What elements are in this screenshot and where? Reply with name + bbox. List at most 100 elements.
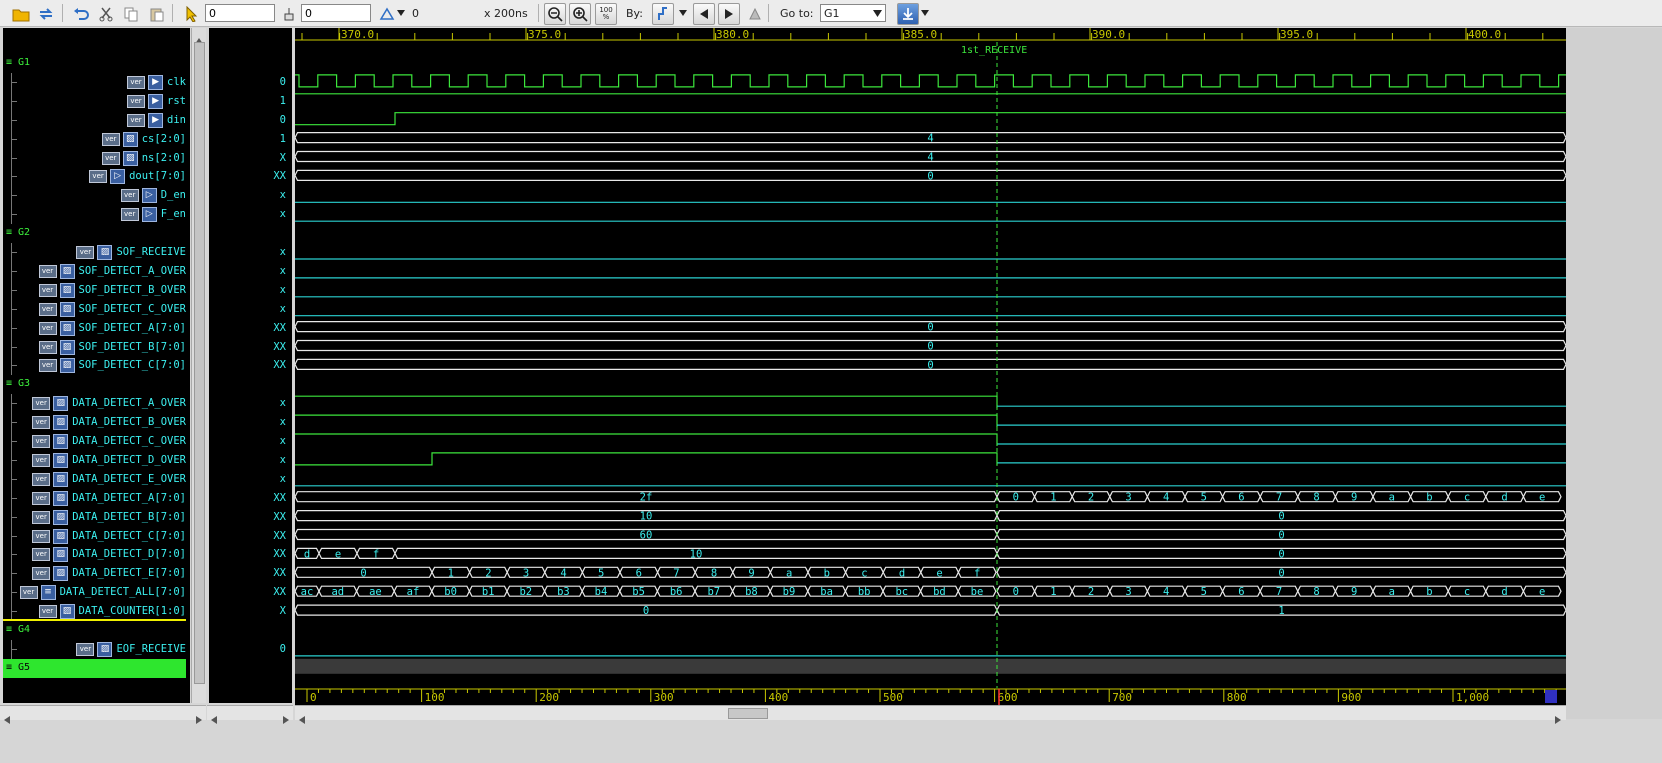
- download-icon[interactable]: [897, 3, 919, 25]
- group-row-g1[interactable]: ≡ G1: [3, 54, 190, 73]
- signal-row[interactable]: SOF_DETECT_B_OVER ▨ ver: [3, 280, 190, 300]
- scroll-left-icon[interactable]: [3, 709, 11, 728]
- cursor-tool-icon[interactable]: [278, 3, 300, 25]
- output-port-icon: ▷: [141, 207, 157, 223]
- signal-current-value: 0: [279, 642, 286, 655]
- signal-row[interactable]: rst ▶ ver: [3, 91, 190, 111]
- dde-bus-label: b: [824, 567, 830, 579]
- group-row-g3[interactable]: ≡ G3: [3, 375, 190, 394]
- signal-row[interactable]: SOF_DETECT_B[7:0] ▨ ver: [3, 337, 190, 357]
- signal-row[interactable]: cs[2:0] ▨ ver: [3, 129, 190, 149]
- signal-row[interactable]: D_en ▷ ver: [3, 186, 190, 206]
- waveform-horizontal-scrollbar[interactable]: [295, 705, 1566, 724]
- signal-name: DATA_DETECT_E_OVER: [72, 472, 186, 485]
- name-panel-vertical-scrollbar[interactable]: [191, 28, 206, 703]
- all-bus-label: ac: [301, 586, 314, 598]
- waveform-canvas[interactable]: 370.0 375.0 380.0 385.0 390.0 395.0 400.0 1st_R…: [294, 28, 1567, 688]
- signal-row[interactable]: DATA_DETECT_C[7:0] ▨ ver: [3, 526, 190, 546]
- scroll-up-chevron-icon[interactable]: [194, 30, 204, 44]
- group-row-g4[interactable]: ≡ G4: [3, 619, 190, 640]
- name-panel-scroll-thumb[interactable]: [194, 42, 205, 684]
- ver-badge-icon: ver: [101, 132, 120, 146]
- copy-icon[interactable]: [120, 3, 142, 25]
- dde-bus-label: 8: [711, 567, 717, 579]
- signal-row[interactable]: DATA_DETECT_B_OVER ▨ ver: [3, 413, 190, 433]
- download-dropdown-chevron-down-icon[interactable]: [920, 3, 930, 23]
- waveform-panel[interactable]: 370.0 375.0 380.0 385.0 390.0 395.0 400.0 1st_R…: [294, 28, 1567, 688]
- goto-select[interactable]: G1: [820, 3, 886, 23]
- signal-row[interactable]: DATA_DETECT_D[7:0] ▨ ver: [3, 545, 190, 565]
- scroll-left-icon[interactable]: [210, 709, 218, 728]
- toolbar-separator: [768, 4, 769, 22]
- previous-edge-icon[interactable]: [693, 3, 715, 25]
- signal-current-value: XX: [273, 321, 286, 334]
- signal-row[interactable]: dout[7:0] ▷ ver: [3, 167, 190, 187]
- all-bus-label: 2: [1088, 586, 1094, 598]
- signal-row[interactable]: SOF_RECEIVE ▨ ver: [3, 243, 190, 262]
- signal-name-panel[interactable]: ≡ G1 clk ▶ ver rst ▶ ver din ▶ ver cs[2:0] ▨ ver ns[2…: [3, 28, 190, 703]
- zoom-in-icon[interactable]: [569, 3, 591, 25]
- signal-row[interactable]: DATA_DETECT_ALL[7:0] ≡ ver: [3, 583, 190, 603]
- signal-current-value: x: [279, 283, 286, 296]
- signal-row[interactable]: SOF_DETECT_A[7:0] ▨ ver: [3, 318, 190, 338]
- cursor-field[interactable]: [301, 3, 371, 23]
- din-wave: [295, 112, 1566, 126]
- all-bus-label: e: [1539, 586, 1545, 598]
- zoom-full-button[interactable]: 100 %: [595, 3, 617, 25]
- signal-row[interactable]: F_en ▷ ver: [3, 205, 190, 225]
- register-icon: ▨: [122, 150, 138, 166]
- name-panel-horizontal-scrollbar[interactable]: [0, 705, 206, 724]
- signal-name: EOF_RECEIVE: [116, 642, 186, 655]
- waveform-scroll-thumb[interactable]: [728, 708, 768, 719]
- signal-row[interactable]: DATA_DETECT_E[7:0] ▨ ver: [3, 564, 190, 584]
- all-bus-label: b7: [707, 586, 720, 598]
- tree-connector-branch: [11, 327, 17, 329]
- signal-row[interactable]: DATA_DETECT_A[7:0] ▨ ver: [3, 488, 190, 508]
- signal-row[interactable]: clk ▶ ver: [3, 72, 190, 92]
- signal-row[interactable]: SOF_DETECT_C[7:0] ▨ ver: [3, 356, 190, 376]
- signal-row[interactable]: ns[2:0] ▨ ver: [3, 148, 190, 168]
- value-panel-horizontal-scrollbar[interactable]: [207, 705, 293, 724]
- goto-select-box[interactable]: G1: [820, 4, 886, 22]
- signal-name: dout[7:0]: [129, 170, 186, 183]
- signal-row[interactable]: DATA_DETECT_B[7:0] ▨ ver: [3, 507, 190, 527]
- pointer-icon[interactable]: [180, 3, 202, 25]
- cursor-input[interactable]: [301, 4, 371, 22]
- signal-row[interactable]: DATA_DETECT_C_OVER ▨ ver: [3, 432, 190, 451]
- edge-dropdown-chevron-down-icon[interactable]: [678, 3, 688, 23]
- edge-type-icon[interactable]: [652, 3, 674, 25]
- open-folder-icon[interactable]: [10, 3, 32, 25]
- time-input[interactable]: [205, 4, 275, 22]
- signal-row[interactable]: SOF_DETECT_A_OVER ▨ ver: [3, 261, 190, 281]
- marker-icon[interactable]: [744, 3, 766, 25]
- group-row-g5[interactable]: ≡ G5: [3, 658, 186, 678]
- scroll-right-icon[interactable]: [282, 709, 290, 728]
- ver-badge-icon: ver: [38, 264, 57, 278]
- signal-row[interactable]: DATA_DETECT_A_OVER ▨ ver: [3, 394, 190, 414]
- signal-row[interactable]: EOF_RECEIVE ▨ ver: [3, 639, 190, 659]
- register-icon: ▨: [53, 396, 69, 412]
- signal-row[interactable]: DATA_DETECT_E_OVER ▨ ver: [3, 469, 190, 489]
- dde-bus-label: d: [899, 567, 905, 579]
- zoom-out-icon[interactable]: [544, 3, 566, 25]
- signal-current-value: XX: [273, 170, 286, 183]
- paste-icon[interactable]: [146, 3, 168, 25]
- signal-name: SOF_DETECT_A[7:0]: [78, 321, 186, 334]
- time-field[interactable]: [205, 3, 275, 23]
- delta-icon[interactable]: [376, 3, 398, 25]
- scroll-right-icon[interactable]: [195, 709, 203, 728]
- next-edge-icon[interactable]: [718, 3, 740, 25]
- undo-icon[interactable]: [70, 3, 92, 25]
- cut-icon[interactable]: [95, 3, 117, 25]
- scroll-left-icon[interactable]: [298, 709, 306, 728]
- delta-dropdown-chevron-down-icon[interactable]: [396, 3, 406, 23]
- group-row-g2[interactable]: ≡ G2: [3, 224, 190, 243]
- scroll-right-icon[interactable]: [1554, 709, 1562, 728]
- signal-row[interactable]: din ▶ ver: [3, 110, 190, 130]
- reload-icon[interactable]: [35, 3, 57, 25]
- signal-row[interactable]: SOF_DETECT_C_OVER ▨ ver: [3, 299, 190, 319]
- signal-current-value: x: [279, 416, 286, 429]
- register-icon: ▨: [53, 452, 69, 468]
- register-icon: ▨: [53, 528, 69, 544]
- signal-row[interactable]: DATA_DETECT_D_OVER ▨ ver: [3, 450, 190, 470]
